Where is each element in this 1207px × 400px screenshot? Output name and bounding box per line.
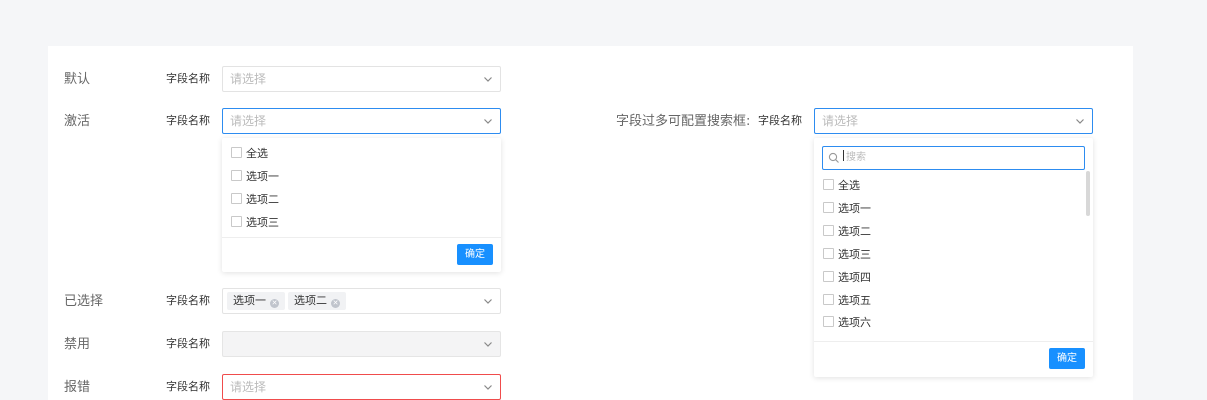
checkbox[interactable] xyxy=(231,216,242,227)
selected-select[interactable]: 选项一 ✕ 选项二 ✕ xyxy=(222,288,501,314)
select-placeholder: 请选择 xyxy=(822,114,859,128)
dropdown-divider xyxy=(222,237,501,238)
error-select[interactable]: 请选择 xyxy=(222,374,501,400)
option-1[interactable]: 选项一 xyxy=(231,170,279,184)
tag-close-icon[interactable]: ✕ xyxy=(270,299,279,308)
field-name-label: 字段名称 xyxy=(166,294,210,307)
field-name-label: 字段名称 xyxy=(166,114,210,127)
row-label-selected: 已选择 xyxy=(64,294,104,309)
checkbox[interactable] xyxy=(823,225,834,236)
field-name-label: 字段名称 xyxy=(166,380,210,393)
confirm-button[interactable]: 确定 xyxy=(457,244,493,265)
select-placeholder: 请选择 xyxy=(230,114,267,128)
checkbox[interactable] xyxy=(231,147,242,158)
select-placeholder: 请选择 xyxy=(230,380,267,394)
selected-tag: 选项二 ✕ xyxy=(288,292,346,310)
searchable-select-dropdown: 搜索 全选 选项一 选项二 选项三 选项四 选项五 选项六 确定 xyxy=(814,138,1093,377)
active-select[interactable]: 请选择 xyxy=(222,108,501,134)
option-6[interactable]: 选项六 xyxy=(823,316,871,330)
chevron-down-icon xyxy=(484,299,492,304)
checkbox[interactable] xyxy=(823,271,834,282)
option-3[interactable]: 选项三 xyxy=(231,216,279,230)
select-placeholder: 请选择 xyxy=(230,72,267,86)
search-section-label: 字段过多可配置搜索框: xyxy=(616,114,751,129)
confirm-button[interactable]: 确定 xyxy=(1049,348,1085,369)
disabled-select xyxy=(222,331,501,357)
chevron-down-icon xyxy=(1076,119,1084,124)
text-caret xyxy=(843,150,844,161)
row-label-default: 默认 xyxy=(64,72,91,87)
chevron-down-icon xyxy=(484,385,492,390)
checkbox[interactable] xyxy=(823,316,834,327)
active-select-dropdown: 全选 选项一 选项二 选项三 确定 xyxy=(222,138,501,272)
option-2[interactable]: 选项二 xyxy=(823,225,871,239)
dropdown-search-input[interactable]: 搜索 xyxy=(822,146,1085,170)
checkbox[interactable] xyxy=(231,170,242,181)
field-name-label: 字段名称 xyxy=(166,72,210,85)
dropdown-scrollbar[interactable] xyxy=(1086,171,1090,216)
option-select-all[interactable]: 全选 xyxy=(231,147,268,161)
tag-close-icon[interactable]: ✕ xyxy=(331,299,340,308)
form-card: 默认 字段名称 请选择 激活 字段名称 请选择 全选 选项一 选项二 选项三 确… xyxy=(48,46,1133,400)
checkbox[interactable] xyxy=(823,179,834,190)
checkbox[interactable] xyxy=(823,248,834,259)
chevron-down-icon xyxy=(484,342,492,347)
option-2[interactable]: 选项二 xyxy=(231,193,279,207)
checkbox[interactable] xyxy=(823,202,834,213)
searchable-select[interactable]: 请选择 xyxy=(814,108,1093,134)
option-4[interactable]: 选项四 xyxy=(823,271,871,285)
dropdown-divider xyxy=(814,341,1093,342)
search-icon xyxy=(828,152,839,163)
row-label-disabled: 禁用 xyxy=(64,337,91,352)
search-placeholder: 搜索 xyxy=(846,152,866,163)
default-select[interactable]: 请选择 xyxy=(222,66,501,92)
chevron-down-icon xyxy=(484,77,492,82)
chevron-down-icon xyxy=(484,119,492,124)
option-3[interactable]: 选项三 xyxy=(823,248,871,262)
field-name-label: 字段名称 xyxy=(166,337,210,350)
row-label-error: 报错 xyxy=(64,380,91,395)
option-select-all[interactable]: 全选 xyxy=(823,179,860,193)
option-5[interactable]: 选项五 xyxy=(823,294,871,308)
option-1[interactable]: 选项一 xyxy=(823,202,871,216)
selected-tag: 选项一 ✕ xyxy=(227,292,285,310)
checkbox[interactable] xyxy=(823,294,834,305)
field-name-label: 字段名称 xyxy=(758,114,802,127)
row-label-active: 激活 xyxy=(64,114,91,129)
checkbox[interactable] xyxy=(231,193,242,204)
